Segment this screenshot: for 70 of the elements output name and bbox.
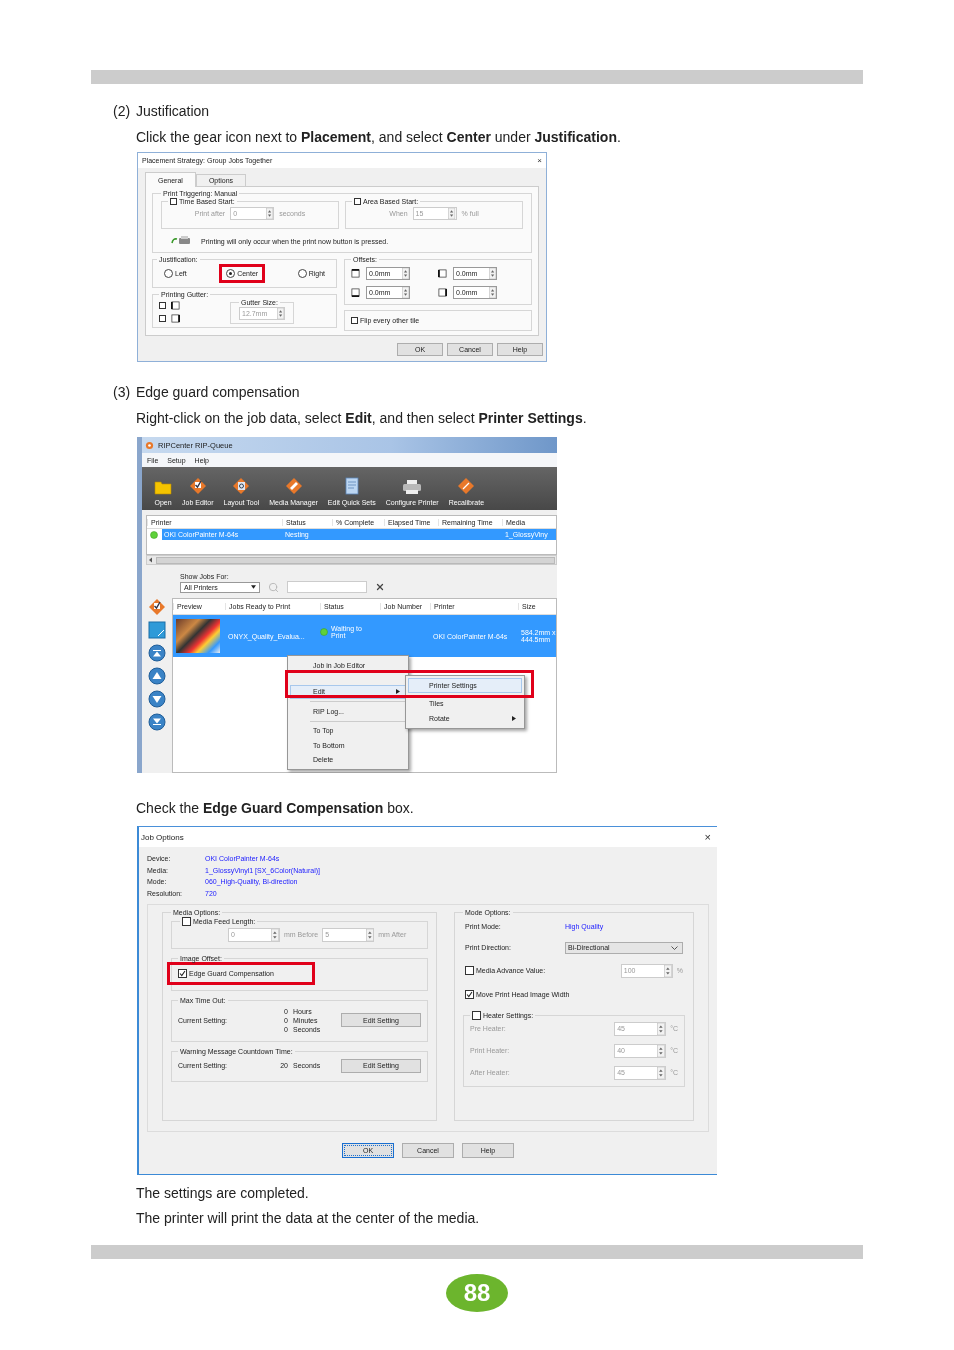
section-title: Justification	[136, 103, 210, 119]
folder-icon	[154, 479, 172, 495]
checkbox[interactable]	[472, 1010, 481, 1020]
checkbox[interactable]	[465, 966, 474, 976]
instruction-text: Right-click on the job data, select Edit, and then select Printer Settings.	[135, 410, 588, 426]
move-to-top-icon	[148, 644, 166, 662]
stepper-icon	[266, 208, 274, 219]
checkbox[interactable]	[354, 198, 361, 205]
app-icon	[145, 440, 154, 450]
diamond-icon	[457, 477, 476, 495]
move-to-bottom-icon	[148, 713, 166, 731]
status-light-icon	[150, 530, 158, 539]
window-title: Job Options	[141, 832, 184, 842]
stepper-icon	[488, 287, 496, 298]
checkbox[interactable]	[178, 968, 187, 978]
checkbox[interactable]	[351, 317, 358, 324]
checkmark-diamond-icon	[188, 477, 207, 495]
thumbnail-image	[176, 619, 220, 653]
checkbox[interactable]	[159, 314, 166, 322]
radio-button[interactable]	[297, 269, 307, 278]
section-number: (3)	[113, 384, 132, 400]
radio-button[interactable]	[226, 269, 236, 278]
status-light-icon	[320, 628, 328, 636]
stepper-icon	[664, 964, 672, 977]
scroll-left-icon	[147, 557, 155, 563]
stepper-icon	[401, 287, 409, 298]
body-text: The printer will print the data at the center of the media.	[135, 1210, 481, 1226]
close-button[interactable]: ×	[704, 831, 711, 843]
gear-diamond-icon	[232, 477, 251, 495]
scrollbar[interactable]	[146, 555, 557, 565]
move-up-icon	[148, 667, 166, 685]
left-edge-icon	[171, 300, 180, 310]
right-edge-icon	[438, 288, 447, 297]
stepper-icon	[448, 208, 456, 219]
stepper-icon	[401, 268, 409, 279]
section-title: Edge guard compensation	[136, 384, 300, 400]
checkbox[interactable]	[159, 301, 166, 309]
checkbox[interactable]	[465, 989, 474, 999]
search-field[interactable]	[287, 581, 367, 593]
top-edge-icon	[351, 269, 360, 278]
body-text: The settings are completed.	[135, 1185, 310, 1201]
instruction-text: Check the Edge Guard Compensation box.	[135, 800, 415, 816]
stepper-icon	[657, 1044, 666, 1057]
left-edge-icon	[438, 269, 447, 278]
stepper-icon	[276, 308, 284, 319]
page-number: 88	[446, 1274, 508, 1312]
checkmark-diamond-icon	[148, 598, 166, 616]
stepper-icon	[657, 1022, 666, 1035]
close-button[interactable]: ×	[537, 156, 542, 165]
move-down-icon	[148, 690, 166, 708]
caret-icon	[251, 585, 256, 589]
section-number: (2)	[113, 103, 132, 119]
stepper-icon	[271, 928, 279, 941]
instruction-text: Click the gear icon next to Placement, and select Center under Justification.	[135, 129, 622, 145]
printer-icon	[402, 479, 423, 495]
close-icon[interactable]	[375, 582, 385, 592]
checkbox[interactable]	[170, 198, 177, 205]
search-icon	[268, 581, 279, 593]
checkbox[interactable]	[182, 916, 191, 926]
stepper-icon	[657, 1066, 666, 1079]
radio-button[interactable]	[164, 269, 173, 278]
note-icon	[148, 621, 166, 639]
right-edge-icon	[171, 313, 180, 323]
stepper-icon	[365, 928, 374, 941]
document-icon	[344, 477, 359, 495]
caret-icon	[671, 945, 678, 950]
printer-icon	[171, 235, 191, 247]
bottom-edge-icon	[351, 288, 360, 297]
roll-diamond-icon	[284, 477, 303, 495]
stepper-icon	[488, 268, 496, 279]
